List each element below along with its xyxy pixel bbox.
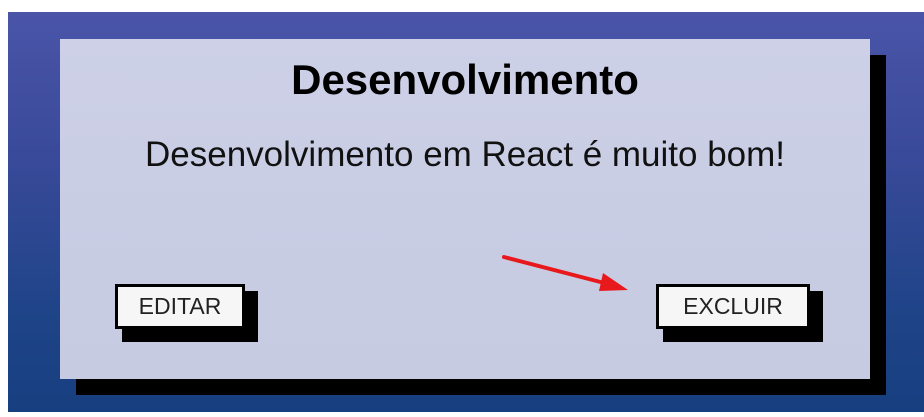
card-text: Desenvolvimento em React é muito bom! xyxy=(145,135,785,174)
page-background: Desenvolvimento Desenvolvimento em React… xyxy=(8,12,924,412)
delete-button[interactable]: EXCLUIR xyxy=(656,284,810,329)
card-title: Desenvolvimento xyxy=(291,56,639,103)
arrow-shaft xyxy=(502,255,614,287)
edit-button-container: EDITAR xyxy=(115,284,258,342)
edit-button[interactable]: EDITAR xyxy=(115,284,245,329)
arrow-head xyxy=(599,273,628,291)
red-arrow-annotation xyxy=(502,255,628,291)
delete-button-container: EXCLUIR xyxy=(656,284,823,342)
post-card: Desenvolvimento Desenvolvimento em React… xyxy=(60,39,870,379)
